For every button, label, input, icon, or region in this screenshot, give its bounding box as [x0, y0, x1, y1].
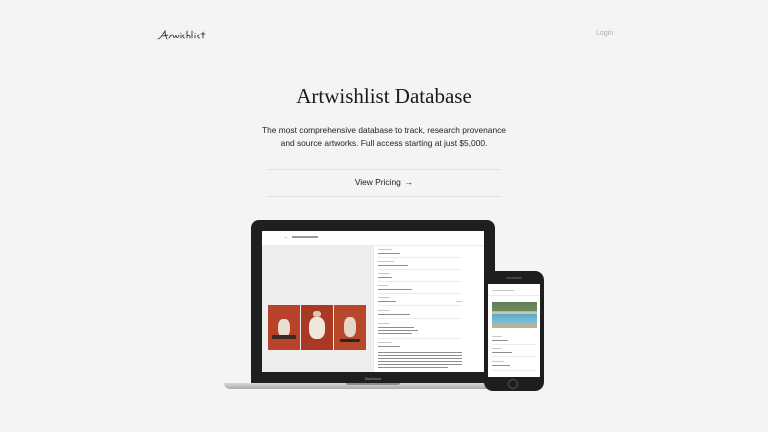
detail-line — [378, 327, 414, 328]
detail-line — [378, 310, 390, 311]
detail-line — [378, 330, 418, 331]
detail-line — [378, 297, 390, 298]
laptop-notch — [346, 383, 400, 385]
detail-line — [492, 336, 502, 337]
artwork-panel-left — [268, 305, 300, 350]
view-pricing-button[interactable]: View Pricing → — [0, 177, 768, 187]
detail-line — [378, 346, 400, 347]
login-link[interactable]: Login — [596, 30, 613, 37]
back-arrow-icon: ← — [284, 234, 289, 240]
detail-line — [378, 253, 400, 254]
detail-line — [492, 352, 512, 353]
field-divider — [378, 269, 462, 270]
detail-line — [378, 273, 390, 274]
phone-home-button — [508, 379, 518, 389]
laptop-screen-topbar: ← — [262, 231, 484, 246]
detail-line — [378, 355, 462, 356]
field-divider — [488, 295, 540, 296]
detail-line — [378, 364, 462, 365]
detail-line — [378, 285, 388, 286]
detail-line — [378, 323, 390, 324]
detail-line — [378, 265, 408, 266]
field-divider — [492, 356, 536, 357]
detail-line — [378, 367, 448, 368]
detail-line — [378, 342, 392, 343]
laptop-brand-label: MacBook — [364, 376, 382, 381]
phone-speaker — [506, 277, 522, 279]
field-divider — [492, 370, 536, 371]
detail-line — [378, 358, 462, 359]
phone-screen — [488, 284, 540, 377]
field-divider — [378, 305, 462, 306]
detail-line — [492, 361, 504, 362]
detail-line — [492, 290, 514, 291]
field-divider — [378, 281, 462, 282]
detail-line — [378, 249, 392, 250]
page-title: Artwishlist Database — [296, 84, 472, 108]
field-divider — [378, 257, 462, 258]
detail-line — [378, 314, 410, 315]
detail-line — [378, 261, 394, 262]
field-divider — [378, 293, 462, 294]
artwork-panel-center — [301, 305, 333, 350]
laptop-screen: ← — [262, 231, 484, 372]
hero-subtitle: The most comprehensive database to track… — [262, 125, 506, 148]
arrow-right-icon: → — [404, 177, 414, 187]
breadcrumb-placeholder — [292, 236, 318, 238]
artwork-image-panel — [262, 246, 372, 372]
artwork-panel-right — [334, 305, 366, 350]
artwork-thumbnail — [492, 302, 537, 328]
detail-line — [492, 365, 510, 366]
divider-top — [267, 169, 501, 170]
artwork-details-panel — [373, 246, 484, 372]
field-divider — [378, 338, 462, 339]
view-pricing-label: View Pricing — [354, 177, 401, 187]
detail-line — [378, 277, 392, 278]
detail-line — [378, 352, 462, 353]
detail-line — [378, 361, 462, 362]
detail-line — [456, 301, 462, 302]
artwishlist-logo[interactable] — [157, 29, 213, 41]
divider-bottom — [267, 196, 501, 197]
detail-line — [492, 340, 508, 341]
detail-line — [492, 348, 502, 349]
field-divider — [378, 318, 462, 319]
detail-line — [378, 333, 412, 334]
detail-line — [378, 301, 396, 302]
field-divider — [492, 344, 536, 345]
detail-line — [378, 289, 412, 290]
